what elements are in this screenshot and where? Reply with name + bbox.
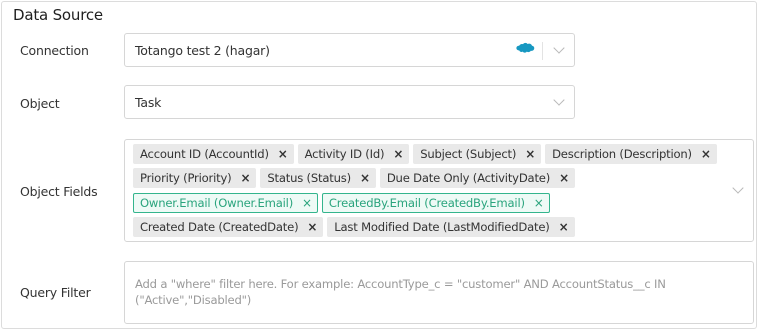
object-value: Task <box>135 95 162 110</box>
remove-tag-icon[interactable]: × <box>360 171 370 185</box>
object-fields-multiselect[interactable]: Account ID (AccountId) × Activity ID (Id)… <box>124 139 754 242</box>
tag-priority: Priority (Priority) × <box>133 168 257 189</box>
tag-account-id: Account ID (AccountId) × <box>133 144 294 164</box>
connection-value: Totango test 2 (hagar) <box>135 43 270 58</box>
connection-label: Connection <box>20 43 89 58</box>
tag-activity-id: Activity ID (Id) × <box>297 144 410 164</box>
select-divider <box>542 42 543 60</box>
object-fields-label: Object Fields <box>20 184 98 199</box>
query-filter-textarea[interactable]: Add a "where" filter here. For example: … <box>124 261 754 324</box>
salesforce-cloud-icon <box>515 41 535 60</box>
remove-tag-icon[interactable]: × <box>240 171 250 185</box>
tag-created-date: Created Date (CreatedDate) × <box>133 216 324 237</box>
chevron-down-icon[interactable] <box>553 94 565 106</box>
object-select[interactable]: Task <box>124 85 575 119</box>
remove-tag-icon[interactable]: × <box>393 147 403 161</box>
tag-owner-email: Owner.Email (Owner.Email) × <box>133 192 318 213</box>
remove-tag-icon[interactable]: × <box>525 147 535 161</box>
remove-tag-icon[interactable]: × <box>559 171 569 185</box>
query-filter-label: Query Filter <box>20 285 91 300</box>
section-title: Data Source <box>13 6 103 24</box>
tag-subject: Subject (Subject) × <box>413 144 542 164</box>
chevron-down-icon[interactable] <box>732 182 744 194</box>
tag-last-modified-date: Last Modified Date (LastModifiedDate) × <box>327 216 575 237</box>
remove-tag-icon[interactable]: × <box>302 196 312 210</box>
object-label: Object <box>20 96 60 111</box>
query-filter-placeholder: Add a "where" filter here. For example: … <box>135 277 666 307</box>
remove-tag-icon[interactable]: × <box>307 220 317 234</box>
data-source-panel: Data Source Connection Totango test 2 (h… <box>1 1 757 329</box>
tag-description: Description (Description) × <box>545 144 717 164</box>
remove-tag-icon[interactable]: × <box>701 147 711 161</box>
tag-list: Account ID (AccountId) × Activity ID (Id)… <box>133 144 733 241</box>
remove-tag-icon[interactable]: × <box>278 147 288 161</box>
connection-select[interactable]: Totango test 2 (hagar) <box>124 33 575 67</box>
chevron-down-icon[interactable] <box>553 42 565 54</box>
tag-createdby-email: CreatedBy.Email (CreatedBy.Email) × <box>321 192 550 213</box>
remove-tag-icon[interactable]: × <box>559 220 569 234</box>
tag-due-date: Due Date Only (ActivityDate) × <box>379 168 575 189</box>
tag-status: Status (Status) × <box>260 168 376 189</box>
remove-tag-icon[interactable]: × <box>534 196 544 210</box>
